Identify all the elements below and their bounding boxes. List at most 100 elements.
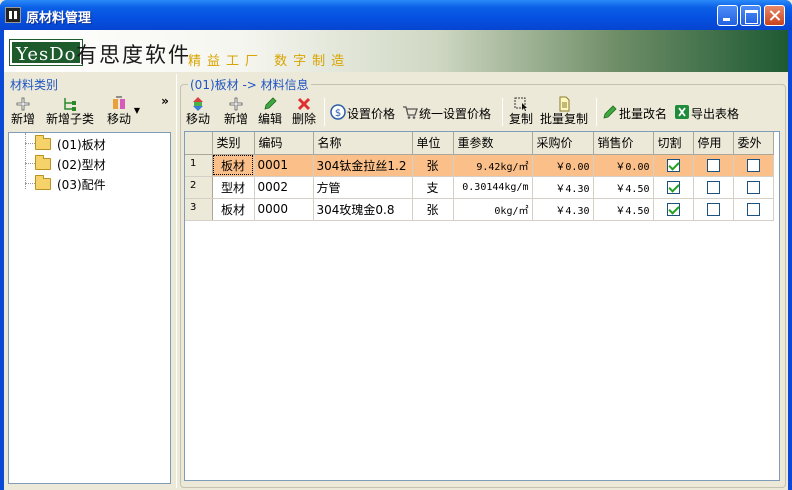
column-header[interactable]: 销售价: [593, 132, 654, 155]
column-header[interactable]: 委外: [733, 132, 774, 155]
cell-category[interactable]: 板材: [212, 154, 255, 177]
tree-item-02[interactable]: (02)型材: [21, 155, 161, 172]
subcategory-icon: [64, 98, 76, 111]
category-toolbar: 新增 新增子类 移动 ▼ »: [8, 94, 172, 132]
cell-weight[interactable]: 9.42kg/㎡: [453, 154, 533, 177]
edit-material-button[interactable]: 编辑: [256, 96, 284, 126]
cut-checkbox[interactable]: [666, 181, 680, 194]
row-number[interactable]: 1: [185, 154, 213, 177]
excel-icon: [675, 105, 689, 119]
cut-checkbox[interactable]: [666, 203, 680, 216]
row-number[interactable]: 3: [185, 198, 213, 221]
cell-cut: [653, 154, 694, 177]
toolbar-separator: [502, 98, 503, 126]
cell-disabled: [693, 176, 734, 199]
folder-icon: [35, 135, 51, 150]
close-button[interactable]: [764, 5, 785, 26]
dropdown-arrow-icon[interactable]: ▼: [132, 106, 142, 115]
table-row[interactable]: 3 板材 0000 304玫瑰金0.8 张 0kg/㎡ ￥4.30 ￥4.50: [185, 198, 774, 221]
plus-icon: [229, 97, 243, 111]
cell-name[interactable]: 方管: [313, 176, 413, 199]
delete-material-button[interactable]: 删除: [290, 96, 318, 126]
material-grid[interactable]: 类别 编码 名称 单位 重参数 采购价 销售价 切割 停用 委外 1 板材 00…: [184, 131, 780, 481]
copy-material-button[interactable]: 复制: [508, 96, 534, 126]
delete-x-icon: [297, 97, 311, 111]
category-panel: 材料类别 新增 新增子类 移动 ▼ » (01)板材 (02)型材 (03)配件: [4, 74, 174, 488]
cell-category[interactable]: 型材: [212, 176, 255, 199]
cell-unit[interactable]: 支: [412, 176, 454, 199]
cell-weight[interactable]: 0kg/㎡: [453, 198, 533, 221]
category-tree[interactable]: (01)板材 (02)型材 (03)配件: [8, 132, 171, 484]
svg-text:$: $: [335, 108, 341, 119]
row-header-corner: [185, 132, 213, 155]
table-row[interactable]: 1 板材 0001 304钛金拉丝1.2 张 9.42kg/㎡ ￥0.00 ￥0…: [185, 154, 774, 177]
cell-unit[interactable]: 张: [412, 154, 454, 177]
cell-name[interactable]: 304玫瑰金0.8: [313, 198, 413, 221]
batch-copy-button[interactable]: 批量复制: [538, 96, 590, 126]
pencil-icon: [264, 97, 277, 110]
cell-weight[interactable]: 0.30144kg/m: [453, 176, 533, 199]
document-icon: [559, 96, 570, 112]
column-header[interactable]: 采购价: [532, 132, 594, 155]
brand-name: 有思度软件: [76, 43, 191, 67]
disabled-checkbox[interactable]: [706, 181, 720, 194]
slogan: 精益工厂 数字制造: [188, 54, 351, 69]
column-header[interactable]: 编码: [254, 132, 314, 155]
cell-disabled: [693, 154, 734, 177]
table-row[interactable]: 2 型材 0002 方管 支 0.30144kg/m ￥4.30 ￥4.50: [185, 176, 774, 199]
column-header[interactable]: 名称: [313, 132, 413, 155]
toolbar-overflow-button[interactable]: »: [158, 94, 172, 108]
cell-code[interactable]: 0000: [254, 198, 314, 221]
cell-disabled: [693, 198, 734, 221]
cell-sale-price[interactable]: ￥4.50: [593, 176, 654, 199]
column-header[interactable]: 停用: [693, 132, 734, 155]
minimize-button[interactable]: [717, 5, 738, 26]
add-category-button[interactable]: 新增: [8, 96, 38, 126]
add-subcategory-button[interactable]: 新增子类: [44, 96, 96, 126]
batch-rename-button[interactable]: 批量改名: [602, 104, 668, 122]
column-header[interactable]: 类别: [212, 132, 255, 155]
set-price-button[interactable]: $ 设置价格: [330, 104, 396, 122]
pencil-icon: [603, 105, 617, 119]
move-material-button[interactable]: 移动: [184, 96, 212, 126]
cell-sale-price[interactable]: ￥4.50: [593, 198, 654, 221]
column-header[interactable]: 单位: [412, 132, 454, 155]
toolbar-separator: [324, 98, 325, 126]
export-table-button[interactable]: 导出表格: [674, 104, 742, 122]
column-header[interactable]: 切割: [653, 132, 694, 155]
outsource-checkbox[interactable]: [746, 181, 760, 194]
row-number[interactable]: 2: [185, 176, 213, 199]
tree-item-03[interactable]: (03)配件: [21, 175, 161, 192]
cell-purchase-price[interactable]: ￥4.30: [532, 176, 594, 199]
cell-outsource: [733, 198, 774, 221]
category-caption: 材料类别: [10, 78, 59, 92]
cell-purchase-price[interactable]: ￥0.00: [532, 154, 594, 177]
unified-price-button[interactable]: 统一设置价格: [402, 104, 494, 122]
cut-checkbox[interactable]: [666, 159, 680, 172]
column-header[interactable]: 重参数: [453, 132, 533, 155]
cell-code[interactable]: 0002: [254, 176, 314, 199]
title-bar[interactable]: 原材料管理: [0, 0, 792, 30]
outsource-checkbox[interactable]: [746, 203, 760, 216]
maximize-button[interactable]: [740, 5, 761, 26]
cell-category[interactable]: 板材: [212, 198, 255, 221]
yesdo-logo: YesDo: [8, 39, 84, 66]
cell-unit[interactable]: 张: [412, 198, 454, 221]
material-caption: (01)板材 -> 材料信息: [188, 76, 311, 93]
disabled-checkbox[interactable]: [706, 203, 720, 216]
cell-code[interactable]: 0001: [254, 154, 314, 177]
table-header-row: 类别 编码 名称 单位 重参数 采购价 销售价 切割 停用 委外: [185, 132, 774, 155]
cell-outsource: [733, 176, 774, 199]
disabled-checkbox[interactable]: [706, 159, 720, 172]
cell-cut: [653, 198, 694, 221]
cell-sale-price[interactable]: ￥0.00: [593, 154, 654, 177]
move-icon: [113, 96, 125, 109]
app-window: 原材料管理 YesDo 有思度软件 精益工厂 数字制造 材料类别 新增 新增子类…: [0, 0, 792, 490]
cell-name[interactable]: 304钛金拉丝1.2: [313, 154, 413, 177]
cell-purchase-price[interactable]: ￥4.30: [532, 198, 594, 221]
brand-banner: YesDo 有思度软件 精益工厂 数字制造: [4, 30, 788, 72]
tree-item-01[interactable]: (01)板材: [21, 135, 161, 152]
copy-selection-icon: [514, 97, 527, 111]
add-material-button[interactable]: 新增: [222, 96, 250, 126]
outsource-checkbox[interactable]: [746, 159, 760, 172]
